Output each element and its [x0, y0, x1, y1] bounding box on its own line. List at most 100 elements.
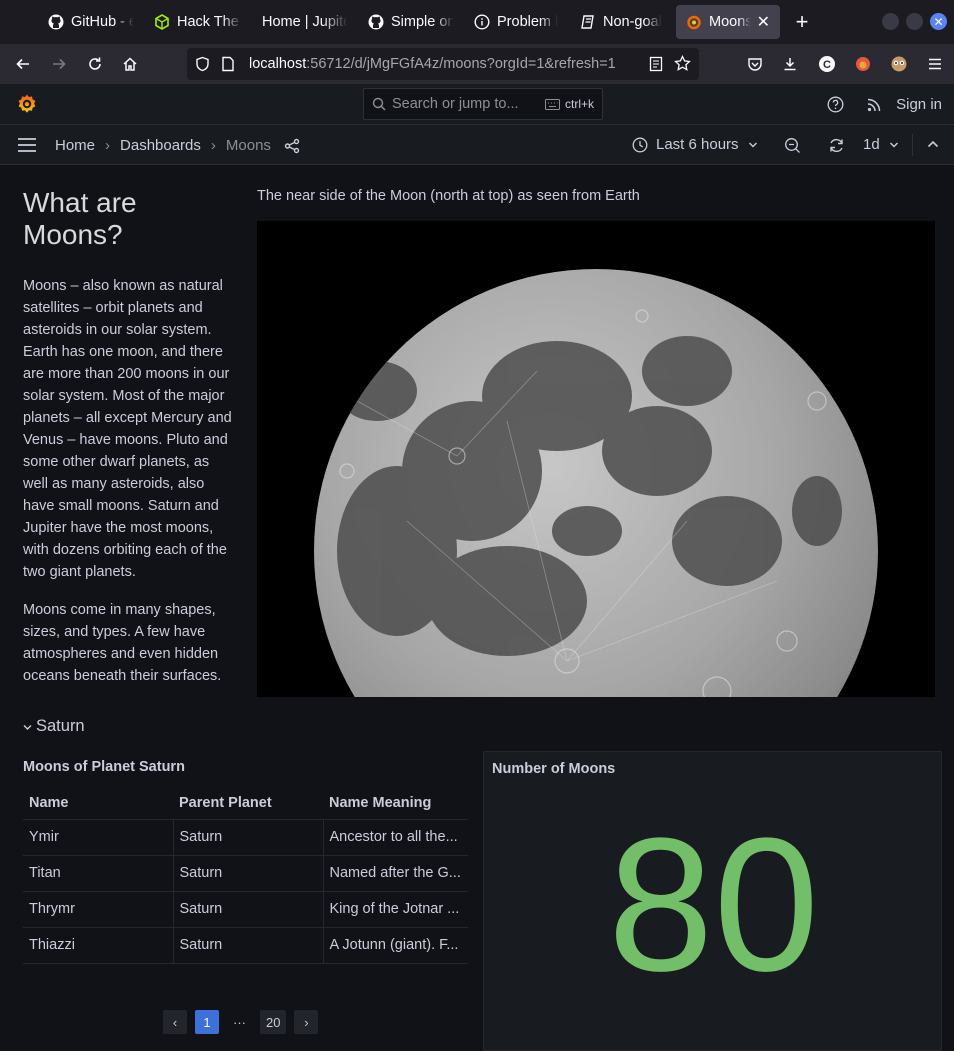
table-cell: Ymir: [23, 819, 174, 856]
pagination-page-current[interactable]: 1: [195, 1010, 219, 1034]
svg-text:C: C: [823, 59, 831, 71]
moons-table: Name Parent Planet Name Meaning Ymir Sat…: [23, 787, 468, 964]
divider: [912, 134, 913, 156]
shield-icon[interactable]: [195, 56, 211, 72]
sign-in-link[interactable]: Sign in: [896, 96, 942, 113]
table-cell: King of the Jotnar ...: [323, 891, 468, 928]
breadcrumb-home[interactable]: Home: [55, 137, 95, 154]
forward-arrow-icon[interactable]: [44, 49, 74, 79]
stat-value: 80: [607, 799, 820, 1011]
tab-label: Home | Jupite: [262, 14, 348, 30]
chevron-down-icon: [889, 141, 899, 149]
shortcut-label: ctrl+k: [564, 97, 594, 111]
breadcrumb-separator-icon: ›: [210, 137, 216, 154]
browser-tab[interactable]: Problem l: [464, 5, 570, 39]
page-info-icon[interactable]: [221, 56, 237, 72]
table-cell: Named after the G...: [323, 855, 468, 892]
minimize-window-icon[interactable]: [882, 13, 899, 30]
search-input[interactable]: Search or jump to... ctrl+k: [363, 88, 603, 120]
table-row: Thiazzi Saturn A Jotunn (giant). F...: [23, 927, 468, 964]
url-path: :56712/d/jMgFGfA4z/moons?orgId=1&refresh…: [306, 56, 616, 72]
pocket-icon[interactable]: [740, 49, 770, 79]
grafana-logo-icon[interactable]: [15, 92, 39, 121]
pagination-page-last[interactable]: 20: [260, 1010, 287, 1034]
table-cell: Ancestor to all the...: [323, 819, 468, 856]
time-picker[interactable]: Last 6 hours: [632, 136, 758, 153]
table-cell: Titan: [23, 855, 174, 892]
stat-panel: Number of Moons 80: [483, 751, 942, 1051]
keyboard-icon: [544, 98, 560, 110]
tab-label: Simple on: [391, 14, 454, 30]
table-cell: Thiazzi: [23, 927, 174, 964]
refresh-interval-picker[interactable]: 1d: [863, 136, 899, 153]
table-pagination: ‹ 1 ··· 20 ›: [163, 1010, 319, 1034]
extension-owl-icon[interactable]: [884, 49, 914, 79]
close-window-icon[interactable]: ✕: [930, 13, 947, 30]
table-cell: Saturn: [173, 891, 324, 928]
browser-nav-bar: localhost :56712/d/jMgFGfA4z/moons?orgId…: [0, 44, 954, 84]
tab-label: Hack The B: [177, 14, 242, 30]
breadcrumb: Home › Dashboards › Moons: [55, 137, 300, 154]
info-icon: [474, 14, 490, 30]
image-panel-title: The near side of the Moon (north at top)…: [257, 188, 640, 204]
table-cell: A Jotunn (giant). F...: [323, 927, 468, 964]
home-icon[interactable]: [115, 49, 145, 79]
clock-icon: [632, 137, 648, 153]
downloads-icon[interactable]: [775, 49, 805, 79]
tab-label: GitHub - e: [71, 14, 134, 30]
browser-tab-bar: GitHub - e Hack The B Home | Jupite Simp…: [0, 0, 954, 44]
reader-view-icon[interactable]: [649, 56, 663, 72]
breadcrumb-current: Moons: [225, 137, 271, 154]
maximize-window-icon[interactable]: [906, 13, 923, 30]
table-row: Ymir Saturn Ancestor to all the...: [23, 819, 468, 856]
table-panel-title: Moons of Planet Saturn: [23, 759, 185, 775]
table-cell: Saturn: [173, 819, 324, 856]
zoom-out-icon[interactable]: [784, 137, 801, 154]
text-panel-heading: What are Moons?: [23, 187, 137, 250]
reload-icon[interactable]: [80, 49, 110, 79]
chevron-down-icon: [748, 141, 758, 149]
dashboard-toolbar: Home › Dashboards › Moons Last 6 hours 1…: [0, 125, 954, 165]
column-header-name-meaning[interactable]: Name Meaning: [323, 787, 468, 820]
moon-image: [257, 221, 935, 697]
refresh-icon[interactable]: [828, 137, 845, 154]
new-tab-icon[interactable]: +: [786, 6, 818, 38]
text-panel: What are Moons? Moons – also known as na…: [23, 187, 238, 703]
browser-tab[interactable]: Simple on: [358, 5, 464, 39]
extension-c-icon[interactable]: C: [812, 49, 842, 79]
hamburger-menu-icon[interactable]: [920, 49, 950, 79]
refresh-interval-label: 1d: [863, 136, 880, 153]
news-rss-icon[interactable]: [866, 96, 883, 113]
share-icon[interactable]: [284, 138, 300, 154]
browser-tab[interactable]: GitHub - e: [38, 5, 144, 39]
table-cell: Thrymr: [23, 891, 174, 928]
browser-tab[interactable]: Non-goal: [570, 5, 676, 39]
url-bar[interactable]: localhost :56712/d/jMgFGfA4z/moons?orgId…: [187, 48, 699, 80]
breadcrumb-separator-icon: ›: [105, 137, 111, 154]
search-placeholder: Search or jump to...: [392, 96, 519, 112]
bookmark-star-icon[interactable]: [674, 55, 691, 72]
chevron-up-icon[interactable]: [927, 139, 939, 149]
extension-fox-icon[interactable]: [848, 49, 878, 79]
table-cell: Saturn: [173, 927, 324, 964]
dashboard-content: What are Moons? Moons – also known as na…: [0, 165, 954, 1051]
column-header-name[interactable]: Name: [23, 787, 173, 820]
tab-label: Non-goal: [603, 14, 662, 30]
column-header-parent-planet[interactable]: Parent Planet: [173, 787, 323, 820]
table-header-row: Name Parent Planet Name Meaning: [23, 787, 468, 820]
back-arrow-icon[interactable]: [8, 49, 38, 79]
breadcrumb-dashboards[interactable]: Dashboards: [120, 137, 201, 154]
browser-tab[interactable]: Home | Jupite: [252, 5, 358, 39]
browser-tab-active[interactable]: Moons ✕: [676, 5, 780, 39]
row-saturn-toggle[interactable]: Saturn: [23, 717, 85, 736]
search-icon: [372, 97, 386, 111]
browser-tab[interactable]: Hack The B: [144, 5, 252, 39]
menu-toggle-icon[interactable]: [17, 137, 37, 153]
stat-panel-title: Number of Moons: [492, 761, 616, 777]
table-cell: Saturn: [173, 855, 324, 892]
pagination-prev-icon[interactable]: ‹: [163, 1010, 187, 1034]
close-tab-icon[interactable]: ✕: [757, 12, 770, 32]
help-icon[interactable]: [827, 96, 844, 113]
tab-label: Moons: [709, 14, 751, 30]
pagination-next-icon[interactable]: ›: [294, 1010, 319, 1034]
